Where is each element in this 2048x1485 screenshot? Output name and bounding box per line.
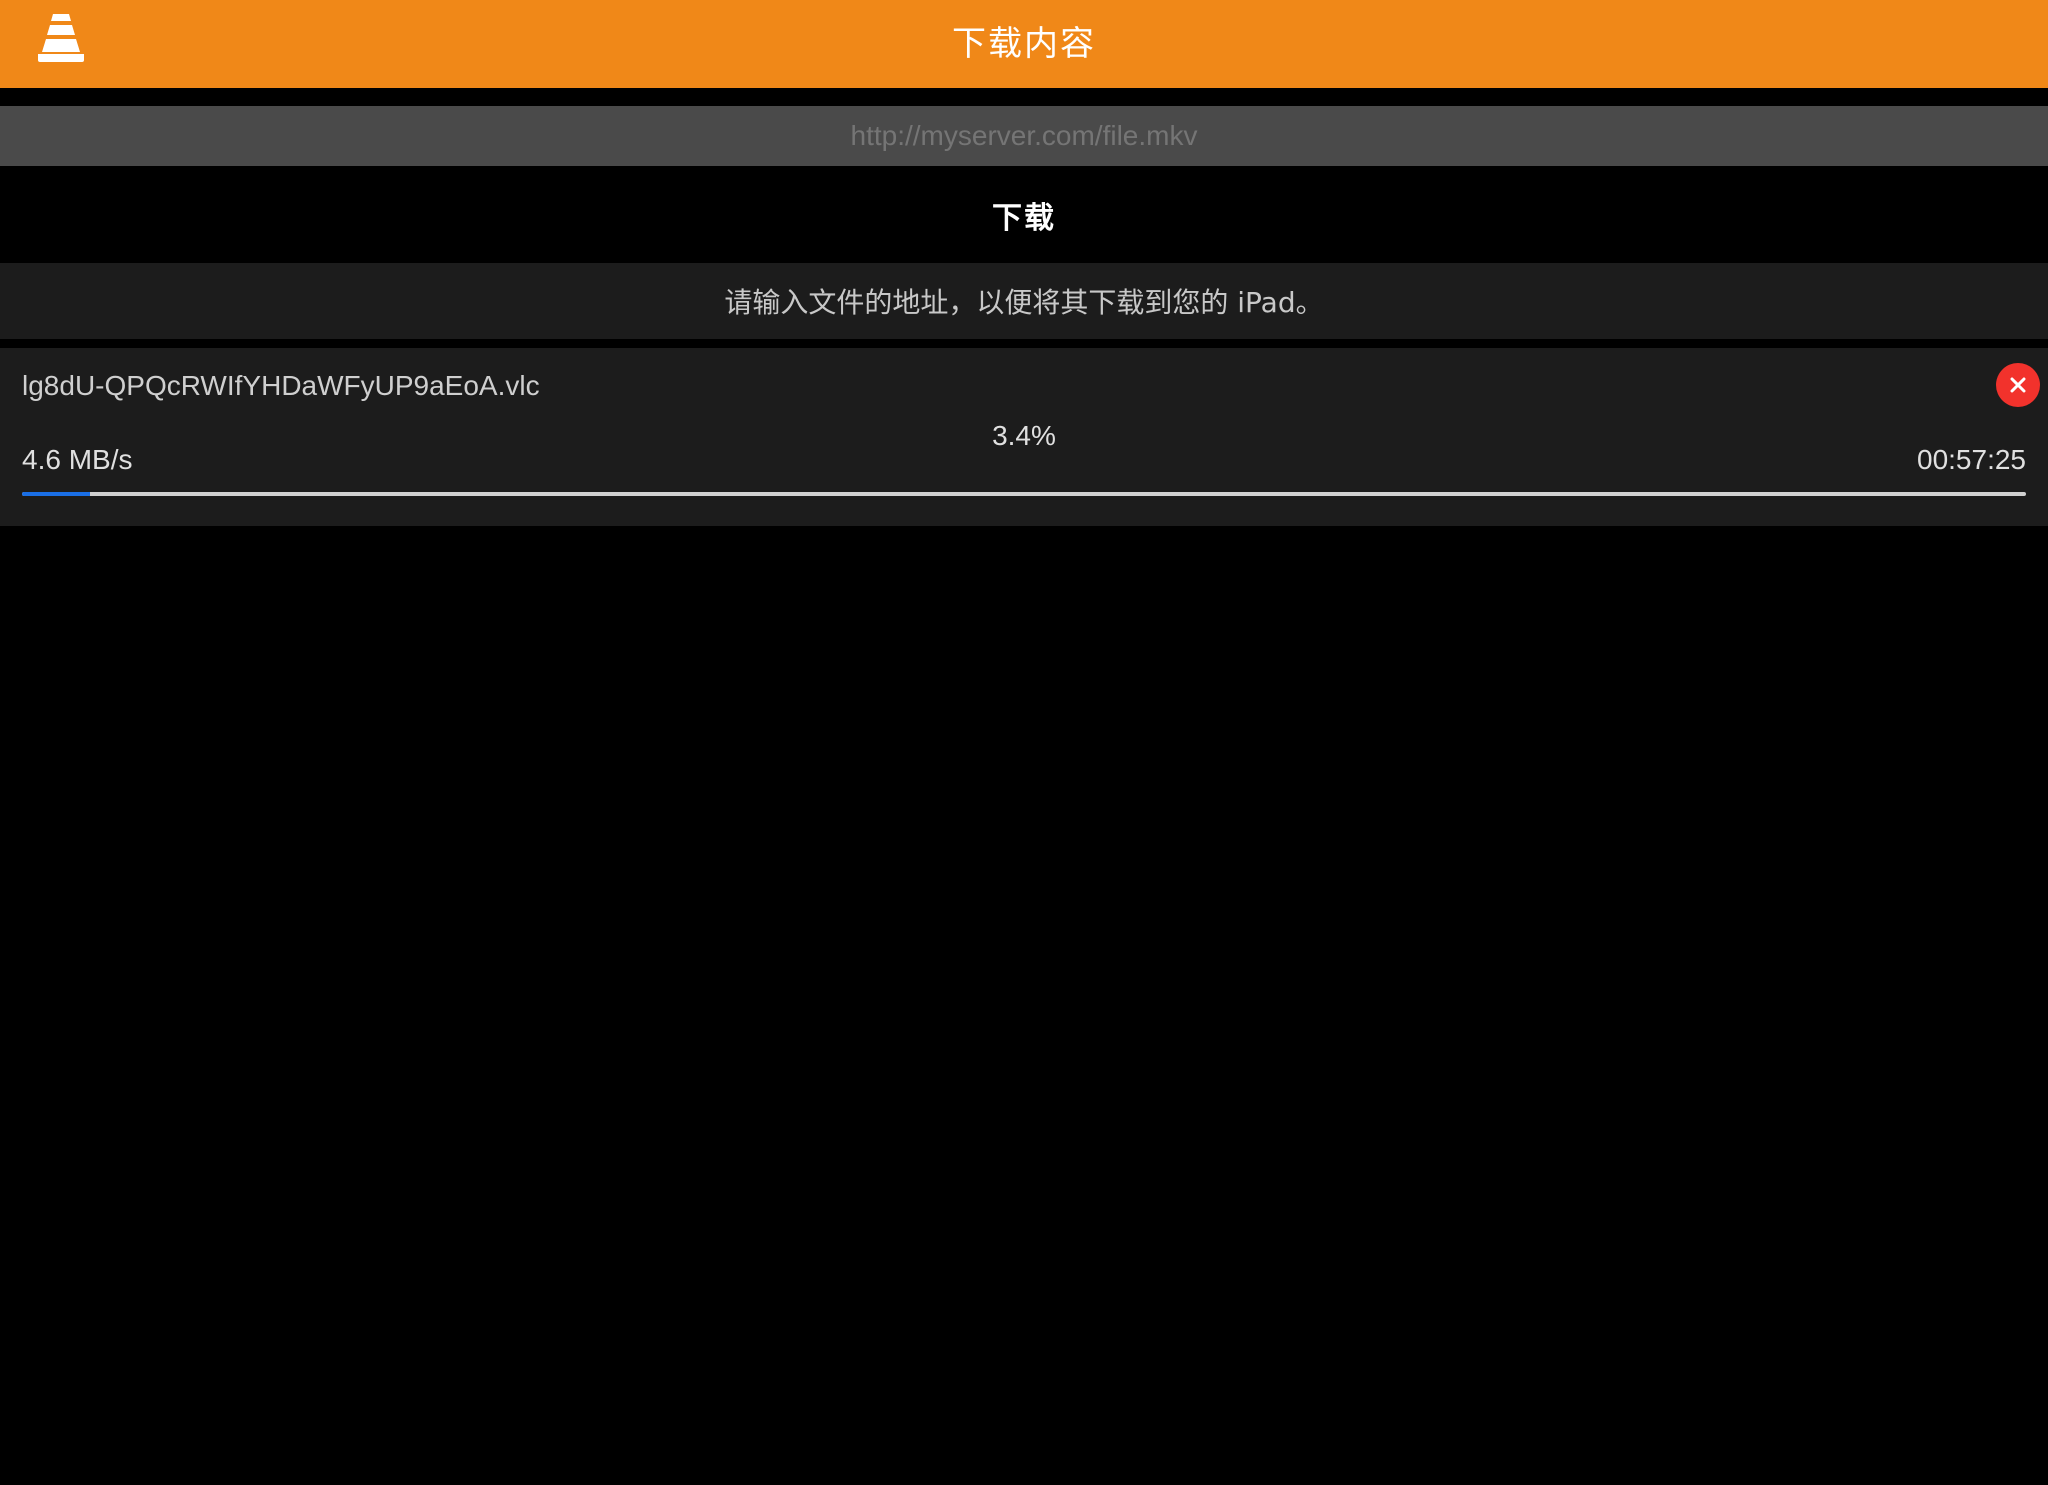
app-window: 下载内容 下载 请输入文件的地址，以便将其下载到您的 iPad。 lg8dU-Q… (0, 0, 2048, 1485)
download-button[interactable]: 下载 (0, 168, 2048, 262)
close-icon (2010, 377, 2026, 393)
url-input[interactable] (0, 106, 2048, 166)
download-speed: 4.6 MB/s (22, 444, 133, 475)
cancel-download-button[interactable] (1996, 363, 2040, 407)
download-progress-bar (22, 492, 2026, 496)
download-item: lg8dU-QPQcRWIfYHDaWFyUP9aEoA.vlc 3.4% 4.… (0, 348, 2048, 526)
navigation-bar: 下载内容 (0, 0, 2048, 88)
hint-text: 请输入文件的地址，以便将其下载到您的 iPad。 (0, 263, 2048, 339)
download-progress-fill (22, 492, 91, 496)
page-title: 下载内容 (952, 24, 1096, 64)
download-percent: 3.4% (992, 420, 1056, 451)
download-remaining-time: 00:57:25 (1917, 444, 2026, 475)
download-file-name: lg8dU-QPQcRWIfYHDaWFyUP9aEoA.vlc (22, 370, 540, 401)
